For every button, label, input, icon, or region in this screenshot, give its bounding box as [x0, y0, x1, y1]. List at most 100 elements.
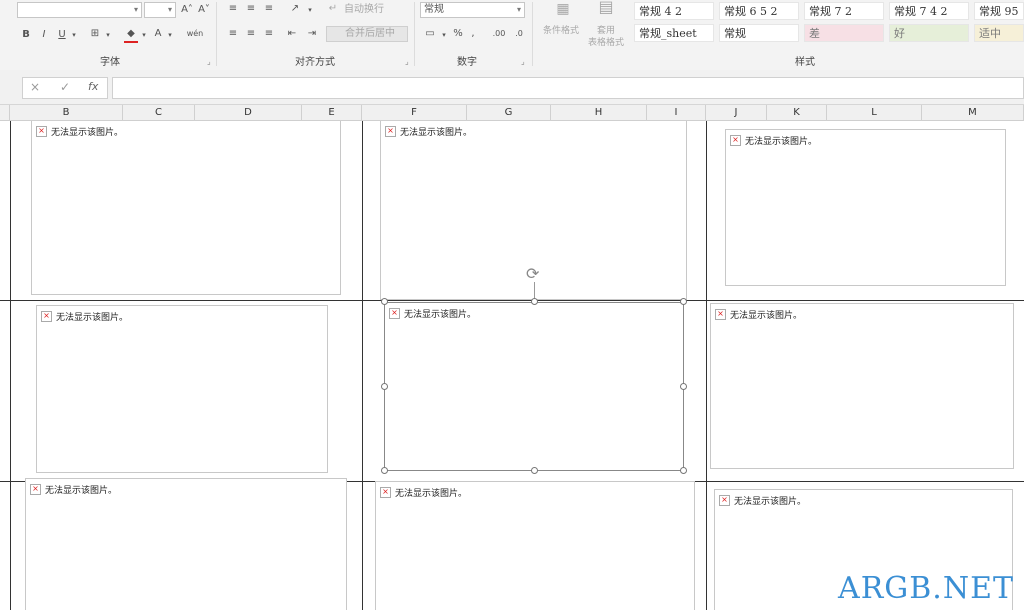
- borders-icon[interactable]: ⊞: [88, 27, 102, 41]
- column-header[interactable]: M: [922, 105, 1024, 121]
- column-headers: B C D E F G H I J K L M: [0, 104, 1024, 121]
- font-group-label: 字体: [100, 57, 120, 68]
- chevron-down-icon: ▾: [133, 5, 138, 14]
- align-bottom-icon[interactable]: ≡: [262, 2, 276, 16]
- increase-indent-icon[interactable]: ⇥: [304, 27, 320, 41]
- enter-icon[interactable]: ✓: [60, 80, 70, 94]
- chevron-down-icon: ▾: [516, 5, 521, 14]
- align-top-icon[interactable]: ≡: [226, 2, 240, 16]
- broken-image-label: × 无法显示该图片。: [389, 307, 476, 320]
- comma-button[interactable]: ,: [468, 27, 478, 41]
- fill-color-icon[interactable]: ◆: [124, 27, 138, 43]
- group-separator: [216, 2, 217, 66]
- resize-handle[interactable]: [531, 467, 538, 474]
- align-middle-icon[interactable]: ≡: [244, 2, 258, 16]
- style-cell-9[interactable]: 好: [889, 24, 969, 42]
- conditional-format-button[interactable]: 条件格式: [540, 24, 582, 38]
- broken-image[interactable]: × 无法显示该图片。: [25, 478, 347, 610]
- column-header[interactable]: E: [302, 105, 362, 121]
- style-cell-6[interactable]: 常规_sheet: [634, 24, 714, 42]
- align-left-icon[interactable]: ≡: [226, 27, 240, 41]
- broken-image[interactable]: × 无法显示该图片。: [375, 481, 695, 610]
- column-header[interactable]: B: [10, 105, 123, 121]
- chevron-down-icon[interactable]: ▾: [70, 28, 78, 42]
- column-header[interactable]: F: [362, 105, 467, 121]
- align-right-icon[interactable]: ≡: [262, 27, 276, 41]
- increase-decimal-icon[interactable]: .00: [490, 27, 508, 41]
- resize-handle[interactable]: [680, 467, 687, 474]
- column-header[interactable]: L: [827, 105, 922, 121]
- broken-image[interactable]: × 无法显示该图片。: [710, 303, 1014, 469]
- broken-image[interactable]: × 无法显示该图片。: [725, 129, 1006, 286]
- accounting-format-icon[interactable]: ▭: [422, 27, 438, 41]
- table-format-line2[interactable]: 表格格式: [580, 36, 632, 50]
- group-separator: [414, 2, 415, 66]
- table-format-icon[interactable]: ▤: [594, 0, 618, 15]
- merge-center-button[interactable]: 合并后居中: [326, 26, 408, 42]
- chevron-down-icon[interactable]: ▾: [140, 28, 148, 42]
- resize-handle[interactable]: [381, 467, 388, 474]
- number-format-combo[interactable]: 常规 ▾: [420, 2, 525, 18]
- select-all-corner[interactable]: [0, 105, 10, 121]
- number-format-value: 常规: [424, 4, 444, 15]
- font-size-combo[interactable]: ▾: [144, 2, 176, 18]
- broken-image-icon: ×: [730, 135, 741, 146]
- font-name-combo[interactable]: ▾: [17, 2, 142, 18]
- dialog-launcher-icon[interactable]: ⌟: [207, 57, 211, 66]
- column-header[interactable]: K: [767, 105, 827, 121]
- grow-font-button[interactable]: A˄: [180, 3, 194, 17]
- formula-input[interactable]: [112, 77, 1024, 99]
- rotate-handle-icon[interactable]: ⟳: [526, 266, 539, 282]
- style-cell-1[interactable]: 常规 4 2: [634, 2, 714, 20]
- alignment-group-label: 对齐方式: [295, 57, 335, 68]
- column-header[interactable]: G: [467, 105, 551, 121]
- conditional-format-icon[interactable]: ▦: [552, 2, 574, 16]
- resize-handle[interactable]: [680, 298, 687, 305]
- selected-broken-image[interactable]: × 无法显示该图片。: [384, 302, 684, 471]
- dialog-launcher-icon[interactable]: ⌟: [521, 57, 525, 66]
- broken-image[interactable]: × 无法显示该图片。: [31, 121, 341, 295]
- bold-button[interactable]: B: [20, 28, 32, 42]
- column-header[interactable]: H: [551, 105, 647, 121]
- style-cell-7[interactable]: 常规: [719, 24, 799, 42]
- align-center-icon[interactable]: ≡: [244, 27, 258, 41]
- broken-image-label: × 无法显示该图片。: [719, 494, 806, 507]
- column-header[interactable]: I: [647, 105, 706, 121]
- font-color-button[interactable]: A: [152, 27, 164, 41]
- chevron-down-icon[interactable]: ▾: [166, 28, 174, 42]
- chevron-down-icon[interactable]: ▾: [440, 28, 448, 42]
- broken-image[interactable]: × 无法显示该图片。: [36, 305, 328, 473]
- style-cell-10[interactable]: 适中: [974, 24, 1024, 42]
- style-cell-3[interactable]: 常规 7 2: [804, 2, 884, 20]
- fx-icon[interactable]: fx: [88, 80, 98, 93]
- decrease-indent-icon[interactable]: ⇤: [284, 27, 300, 41]
- italic-button[interactable]: I: [38, 28, 50, 42]
- resize-handle[interactable]: [531, 298, 538, 305]
- style-cell-8[interactable]: 差: [804, 24, 884, 42]
- shrink-font-button[interactable]: A˅: [197, 3, 211, 17]
- column-header[interactable]: C: [123, 105, 195, 121]
- dialog-launcher-icon[interactable]: ⌟: [405, 57, 409, 66]
- broken-image-icon: ×: [389, 308, 400, 319]
- underline-button[interactable]: U: [56, 28, 68, 42]
- orientation-icon[interactable]: ↗: [286, 2, 304, 16]
- phonetic-button[interactable]: wén: [184, 27, 206, 41]
- broken-image-label: × 无法显示该图片。: [36, 125, 123, 138]
- cancel-icon[interactable]: ×: [30, 80, 40, 94]
- column-header[interactable]: D: [195, 105, 302, 121]
- style-cell-4[interactable]: 常规 7 4 2: [889, 2, 969, 20]
- style-cell-2[interactable]: 常规 6 5 2: [719, 2, 799, 20]
- resize-handle[interactable]: [680, 383, 687, 390]
- decrease-decimal-icon[interactable]: .0: [510, 27, 528, 41]
- wrap-text-button[interactable]: 自动换行: [344, 3, 388, 17]
- column-header[interactable]: J: [706, 105, 767, 121]
- broken-image-icon: ×: [41, 311, 52, 322]
- chevron-down-icon[interactable]: ▾: [306, 3, 314, 17]
- wrap-text-icon[interactable]: ↵: [326, 2, 340, 16]
- resize-handle[interactable]: [381, 383, 388, 390]
- percent-button[interactable]: %: [452, 27, 464, 41]
- chevron-down-icon[interactable]: ▾: [104, 28, 112, 42]
- style-cell-5[interactable]: 常规 95: [974, 2, 1024, 20]
- resize-handle[interactable]: [381, 298, 388, 305]
- grid-border: [10, 121, 11, 610]
